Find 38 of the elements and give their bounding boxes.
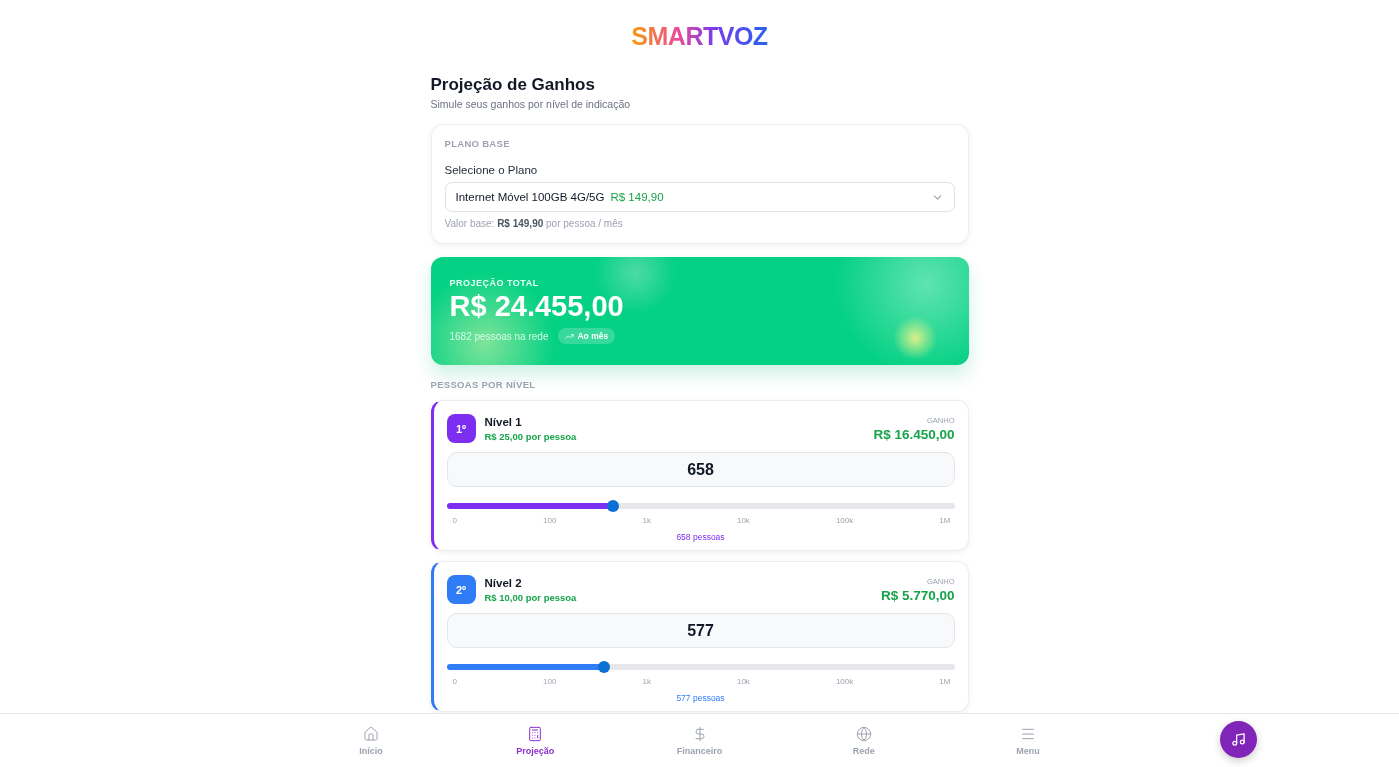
tick-label: 1M [939, 677, 951, 686]
level-badge: 1º [446, 414, 476, 443]
plan-select[interactable]: Internet Móvel 100GB 4G/5G R$ 149,90 [444, 182, 955, 212]
tick-label: 100 [543, 677, 557, 686]
select-price: R$ 149,90 [610, 191, 664, 203]
people-caption: 658 pessoas [675, 532, 726, 542]
field-label: Selecione o Plano [444, 164, 539, 176]
people-input[interactable]: 658 [446, 452, 955, 487]
page-title: Projeção de Ganhos [430, 75, 596, 95]
level-name: Nível 2 [484, 576, 523, 589]
level-name: Nível 1 [484, 415, 523, 428]
select-value: Internet Móvel 100GB 4G/5G [455, 191, 605, 203]
people-caption: 577 pessoas [675, 693, 726, 703]
total-amount: R$ 24.455,00 [449, 290, 625, 323]
section-heading: PESSOAS POR NÍVEL [430, 379, 537, 390]
tick-label: 1k [642, 516, 651, 525]
tick-label: 0 [452, 677, 457, 686]
level-rate: R$ 10,00 por pessoa [484, 591, 577, 603]
tick-label: 100k [835, 516, 854, 525]
badge-text: Ao mês [577, 331, 609, 341]
people-input[interactable]: 577 [446, 613, 955, 648]
tick-label: 0 [452, 516, 457, 525]
card-heading: PLANO BASE [444, 138, 511, 149]
tick-label: 10k [736, 677, 750, 686]
tick-label: 10k [736, 516, 750, 525]
people-count: 1682 pessoas na rede [449, 330, 549, 342]
page-subtitle: Simule seus ganhos por nível de indicação [430, 98, 632, 110]
total-label: PROJEÇÃO TOTAL [449, 278, 540, 288]
gain-value: R$ 16.450,00 [873, 426, 955, 442]
gain-value: R$ 5.770,00 [880, 587, 955, 603]
nav-item[interactable]: Projeção [495, 725, 576, 756]
tick-label: 1M [939, 516, 951, 525]
level-rate: R$ 25,00 por pessoa [484, 430, 577, 442]
base-value-note: Valor base: R$ 149,90 por pessoa / mês [444, 218, 624, 229]
tick-label: 100k [835, 677, 854, 686]
level-badge: 2º [446, 575, 476, 604]
tick-label: 100 [543, 516, 557, 525]
tick-label: 1k [642, 677, 651, 686]
